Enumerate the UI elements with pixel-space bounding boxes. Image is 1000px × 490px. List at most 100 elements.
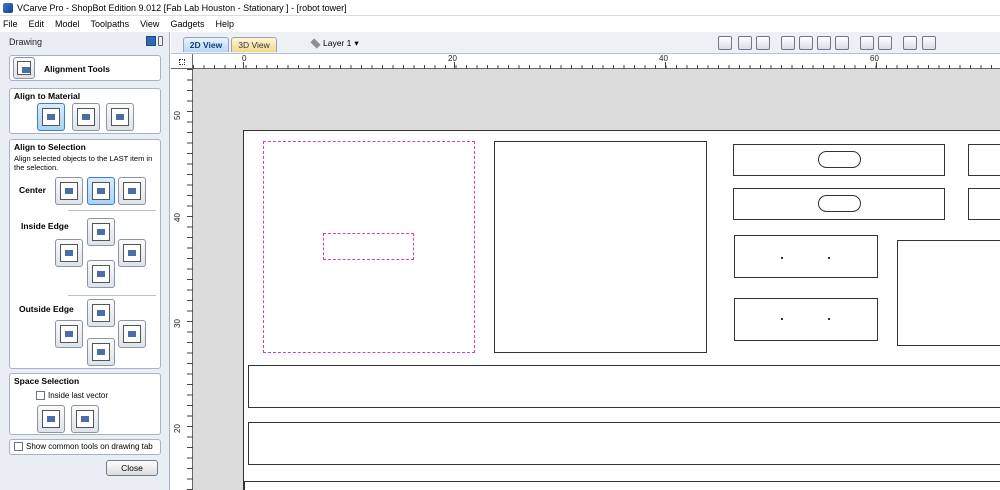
panel-title: Drawing <box>9 37 43 47</box>
menu-gadgets[interactable]: Gadgets <box>170 19 204 29</box>
space-selection-heading: Space Selection <box>14 376 80 386</box>
tile-vertical-icon[interactable] <box>922 36 936 50</box>
inside-last-vector-option[interactable]: Inside last vector <box>36 391 109 401</box>
panel-pin-controls <box>146 36 163 46</box>
inside-bottom-button[interactable] <box>87 260 115 288</box>
toolpath-icon[interactable] <box>878 36 892 50</box>
drawing-viewport[interactable] <box>193 69 1000 490</box>
zoom-in-icon[interactable] <box>799 36 813 50</box>
ruler-corner[interactable] <box>171 54 193 69</box>
align-material-horizontal-button[interactable] <box>72 103 100 131</box>
zoom-out-icon[interactable] <box>817 36 831 50</box>
vector-square[interactable] <box>494 141 707 353</box>
pin-icon[interactable] <box>158 36 163 46</box>
space-selection-section: Space Selection Inside last vector <box>9 373 161 435</box>
alignment-tools-icon <box>13 57 35 79</box>
align-selection-section: Align to Selection Align selected object… <box>9 139 161 369</box>
center-horizontal-button[interactable] <box>55 177 83 205</box>
ruler-label: 30 <box>172 319 182 328</box>
grid-icon[interactable] <box>756 36 770 50</box>
show-common-tools-option[interactable]: Show common tools on drawing tab <box>9 439 161 455</box>
align-material-center-button[interactable] <box>37 103 65 131</box>
center-both-button[interactable] <box>87 177 115 205</box>
align-selection-description: Align selected objects to the LAST item … <box>14 154 153 172</box>
menu-toolpaths[interactable]: Toolpaths <box>91 19 130 29</box>
pan-icon[interactable] <box>781 36 795 50</box>
outside-edge-label: Outside Edge <box>19 304 74 314</box>
menu-view[interactable]: View <box>140 19 159 29</box>
vector-rectangle[interactable] <box>734 298 878 341</box>
vertical-ruler: 50 40 30 20 <box>171 69 193 490</box>
vector-strip[interactable] <box>248 422 1000 465</box>
measure-icon[interactable] <box>718 36 732 50</box>
ruler-label: 40 <box>659 54 668 63</box>
view-toolbar: 2D View 3D View Layer 1 ▾ <box>171 32 1000 54</box>
ruler-label: 40 <box>172 213 182 222</box>
divider <box>68 295 156 296</box>
vector-point <box>828 257 830 259</box>
selected-rectangle[interactable] <box>323 233 414 260</box>
show-common-tools-label: Show common tools on drawing tab <box>26 442 153 451</box>
tool-name: Alignment Tools <box>44 64 110 74</box>
vector-rectangle[interactable] <box>897 240 1000 346</box>
divider <box>68 210 156 211</box>
inside-right-button[interactable] <box>118 239 146 267</box>
menu-file[interactable]: File <box>3 19 18 29</box>
snap-icon[interactable] <box>738 36 752 50</box>
vector-slot[interactable] <box>818 151 861 168</box>
layer-selector[interactable]: Layer 1 ▾ <box>310 36 359 50</box>
show-common-tools-checkbox[interactable] <box>14 442 23 452</box>
outside-right-button[interactable] <box>118 320 146 348</box>
chevron-down-icon: ▾ <box>354 37 359 48</box>
close-button[interactable]: Close <box>106 460 158 476</box>
align-selection-heading: Align to Selection <box>14 142 86 152</box>
space-horizontal-button[interactable] <box>37 405 65 433</box>
app-icon <box>3 2 13 13</box>
outside-left-button[interactable] <box>55 320 83 348</box>
vector-point <box>828 318 830 320</box>
vector-rectangle[interactable] <box>968 188 1000 220</box>
layers-icon <box>310 37 321 49</box>
menu-help[interactable]: Help <box>215 19 234 29</box>
select-icon[interactable] <box>860 36 874 50</box>
outside-top-button[interactable] <box>87 299 115 327</box>
dock-icon[interactable] <box>146 36 156 46</box>
ruler-label: 50 <box>172 111 182 120</box>
tile-horizontal-icon[interactable] <box>903 36 917 50</box>
inside-last-vector-checkbox[interactable] <box>36 391 45 401</box>
inside-top-button[interactable] <box>87 218 115 246</box>
inside-left-button[interactable] <box>55 239 83 267</box>
tool-header: Alignment Tools <box>9 55 161 81</box>
menu-edit[interactable]: Edit <box>29 19 45 29</box>
vector-strip[interactable] <box>248 365 1000 408</box>
layer-label: Layer 1 <box>323 38 352 48</box>
inside-edge-label: Inside Edge <box>21 221 69 231</box>
zoom-fit-icon[interactable] <box>835 36 849 50</box>
vector-point <box>781 257 783 259</box>
menu-bar: File Edit Model Toolpaths View Gadgets H… <box>0 16 1000 32</box>
material-sheet <box>243 130 1000 490</box>
vector-rectangle[interactable] <box>734 235 878 278</box>
inside-last-vector-label: Inside last vector <box>48 391 109 400</box>
outside-bottom-button[interactable] <box>87 338 115 366</box>
space-vertical-button[interactable] <box>71 405 99 433</box>
tab-2d-view[interactable]: 2D View <box>183 37 229 52</box>
center-vertical-button[interactable] <box>118 177 146 205</box>
window-title: VCarve Pro - ShopBot Edition 9.012 [Fab … <box>17 2 347 13</box>
vector-slot[interactable] <box>818 195 861 212</box>
ruler-label: 60 <box>870 54 879 63</box>
center-label: Center <box>19 185 46 195</box>
align-material-section: Align to Material <box>9 88 161 134</box>
menu-model[interactable]: Model <box>55 19 80 29</box>
vector-rectangle[interactable] <box>968 144 1000 176</box>
vector-point <box>781 318 783 320</box>
align-material-vertical-button[interactable] <box>106 103 134 131</box>
ruler-label: 20 <box>172 424 182 433</box>
horizontal-ruler: 0 20 40 60 <box>193 54 1000 69</box>
title-bar: VCarve Pro - ShopBot Edition 9.012 [Fab … <box>0 0 1000 16</box>
ruler-label: 20 <box>448 54 457 63</box>
drawing-panel: Drawing Alignment Tools Align to Materia… <box>0 32 170 490</box>
tab-3d-view[interactable]: 3D View <box>231 37 277 52</box>
align-material-heading: Align to Material <box>14 91 81 101</box>
vector-strip[interactable] <box>244 481 1000 490</box>
